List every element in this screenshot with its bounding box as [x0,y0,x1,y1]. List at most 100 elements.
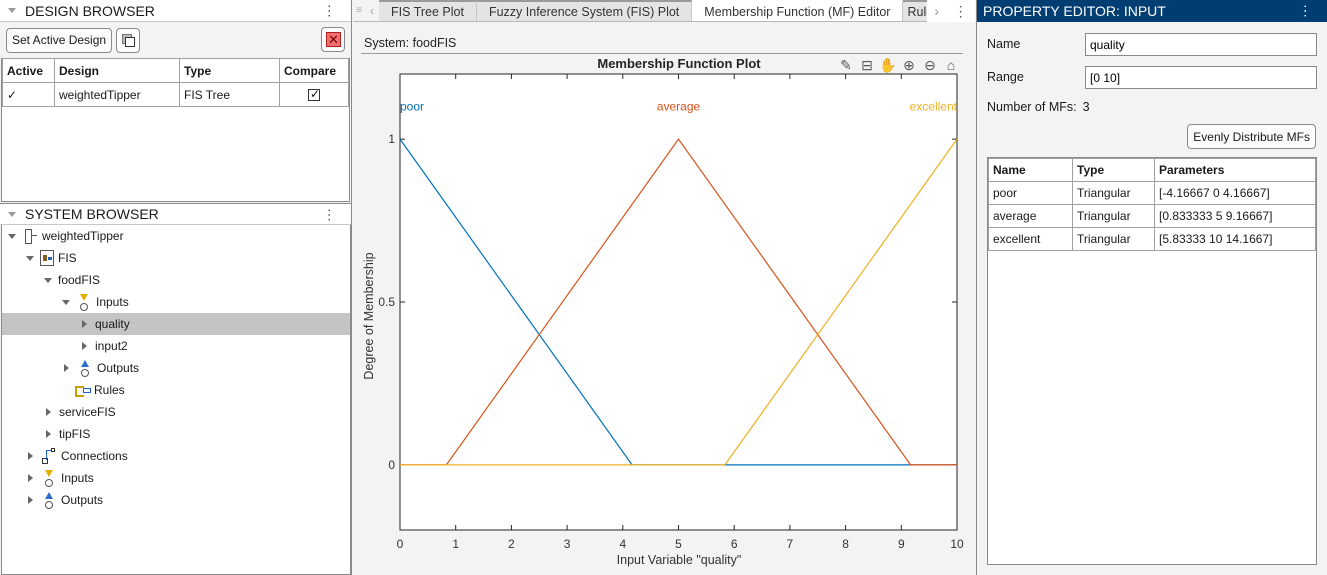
design-browser-title: DESIGN BROWSER [25,2,155,19]
chevron-right-icon[interactable] [28,474,33,482]
name-label: Name [987,37,1021,51]
name-field[interactable] [1085,33,1317,56]
x-tick-label: 3 [564,537,571,551]
kebab-menu-icon[interactable]: ⋮ [954,3,968,20]
mf-type-cell[interactable]: Triangular [1072,181,1155,205]
tree-node[interactable]: tipFIS [2,423,350,445]
axes-box [399,73,958,531]
tree-node[interactable]: Inputs [2,291,350,313]
chevron-right-icon[interactable] [28,496,33,504]
pan-icon[interactable]: ✋ [879,56,897,74]
tree-node-label: weightedTipper [42,229,124,243]
scroll-right-icon[interactable]: › [934,3,939,19]
mf-plot[interactable]: Membership Function Plot 0 1 2 3 4 5 6 7 8 9 10 0 0.… [353,54,975,575]
mf-label-excellent[interactable]: excellent [910,100,958,114]
chevron-down-icon[interactable] [44,277,52,283]
tree-node[interactable]: weightedTipper [2,225,350,247]
range-label: Range [987,70,1024,84]
mf-label-poor[interactable]: poor [400,100,424,114]
mf-params-cell[interactable]: [0.833333 5 9.16667] [1154,204,1316,228]
home-icon[interactable]: ⌂ [942,56,960,74]
collapse-icon[interactable] [8,211,16,217]
tree-node[interactable]: Outputs [2,357,350,379]
mf-plot-svg[interactable]: Membership Function Plot 0 1 2 3 4 5 6 7 8 9 10 0 0.… [353,54,975,575]
system-browser-header[interactable]: SYSTEM BROWSER ⋯ [0,203,351,225]
x-tick-label: 1 [452,537,459,551]
table-row[interactable]: average Triangular [0.833333 5 9.16667] [988,204,1316,228]
evenly-distribute-mfs-button[interactable]: Evenly Distribute MFs [1187,124,1316,149]
tab-mf-editor[interactable]: Membership Function (MF) Editor [692,0,904,21]
tree-node[interactable]: FIS [2,247,350,269]
table-header-row: Name Type Parameters [988,158,1316,182]
table-row[interactable]: ✓ weightedTipper FIS Tree [2,82,349,107]
table-row[interactable]: poor Triangular [-4.16667 0 4.16667] [988,181,1316,205]
tree-node[interactable]: quality [2,313,350,335]
compare-cell [279,82,349,107]
range-field[interactable] [1085,66,1317,89]
design-browser-header[interactable]: DESIGN BROWSER ⋯ [0,0,351,22]
copy-icon-front [125,36,136,47]
zoom-in-icon[interactable]: ⊕ [900,56,918,74]
column-header-name[interactable]: Name [988,158,1073,182]
mf-name-cell[interactable]: average [988,204,1073,228]
chevron-down-icon[interactable] [62,299,70,305]
table-row[interactable]: excellent Triangular [5.83333 10 14.1667… [988,227,1316,251]
column-header-active[interactable]: Active [2,58,55,83]
legend-icon[interactable]: ⊟ [858,56,876,74]
design-cell[interactable]: weightedTipper [54,82,180,107]
set-active-design-button[interactable]: Set Active Design [6,27,113,53]
chevron-right-icon[interactable] [46,430,51,438]
tab-fis-tree-plot[interactable]: FIS Tree Plot [379,0,477,21]
chevron-right-icon[interactable] [82,342,87,350]
design-browser-toolbar: Set Active Design ✕ [0,22,351,58]
column-header-compare[interactable]: Compare [279,58,349,83]
chevron-down-icon[interactable] [8,233,16,239]
tree-node[interactable]: serviceFIS [2,401,350,423]
tree-node[interactable]: input2 [2,335,350,357]
compare-checkbox[interactable] [308,87,320,102]
chevron-down-icon[interactable] [26,255,34,261]
chevron-right-icon[interactable] [28,452,33,460]
mf-params-cell[interactable]: [5.83333 10 14.1667] [1154,227,1316,251]
num-mfs-row: Number of MFs: 3 [987,100,1090,114]
active-cell[interactable]: ✓ [2,82,55,107]
tree-node[interactable]: Connections [2,445,350,467]
x-tick-label: 7 [787,537,794,551]
brush-icon[interactable]: ✎ [837,56,855,74]
tree-node[interactable]: foodFIS [2,269,350,291]
outputs-icon [77,360,93,377]
column-header-design[interactable]: Design [54,58,180,83]
tab-fis-plot[interactable]: Fuzzy Inference System (FIS) Plot [476,0,693,21]
tree-node[interactable]: Outputs [2,489,350,511]
tree-node[interactable]: Inputs [2,467,350,489]
column-header-parameters[interactable]: Parameters [1154,158,1316,182]
kebab-menu-icon[interactable]: ⋯ [1298,4,1314,18]
tree-node[interactable]: Rules [2,379,350,401]
tree-node-label: input2 [95,339,128,353]
mf-type-cell[interactable]: Triangular [1072,227,1155,251]
x-axis-label: Input Variable "quality" [617,553,742,567]
column-header-type[interactable]: Type [179,58,280,83]
mf-name-cell[interactable]: poor [988,181,1073,205]
kebab-menu-icon[interactable]: ⋯ [322,208,338,222]
kebab-menu-icon[interactable]: ⋯ [322,4,338,18]
collapse-icon[interactable] [8,8,16,13]
copy-design-button[interactable] [116,27,141,53]
design-table: Active Design Type Compare ✓ weightedTip… [1,58,350,202]
column-header-type[interactable]: Type [1072,158,1155,182]
tree-node-label: quality [95,317,130,331]
mf-type-cell[interactable]: Triangular [1072,204,1155,228]
tab-list-icon[interactable]: ≡ [353,0,365,21]
zoom-out-icon[interactable]: ⊖ [921,56,939,74]
mf-label-average[interactable]: average [657,100,701,114]
mf-params-cell[interactable]: [-4.16667 0 4.16667] [1154,181,1316,205]
chevron-right-icon[interactable] [82,320,87,328]
chevron-right-icon[interactable] [64,364,69,372]
table-header-row: Active Design Type Compare [2,58,349,83]
tab-bar-controls: › ⋮ [927,0,975,22]
system-browser: SYSTEM BROWSER ⋯ weightedTipper FIS foodFI… [0,203,351,575]
scroll-left-icon[interactable]: ‹ [365,0,379,21]
chevron-right-icon[interactable] [46,408,51,416]
mf-name-cell[interactable]: excellent [988,227,1073,251]
delete-design-button[interactable]: ✕ [321,27,345,52]
